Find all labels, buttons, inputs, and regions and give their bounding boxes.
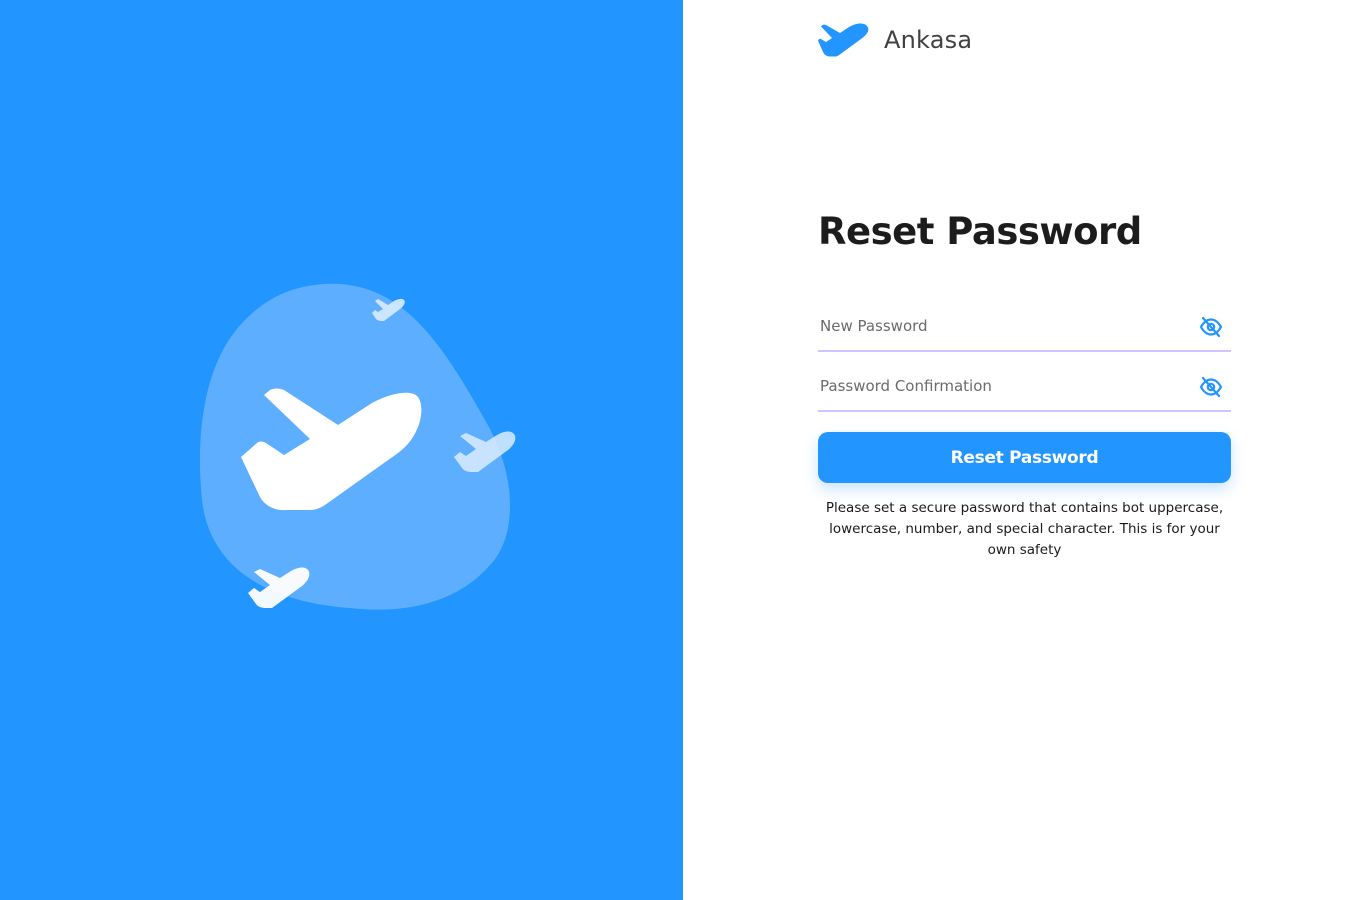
- plane-takeoff-illustration: [199, 283, 516, 610]
- eye-off-icon[interactable]: [1199, 316, 1223, 338]
- illustration-panel: [0, 0, 683, 900]
- plane-logo-icon: [818, 23, 869, 57]
- new-password-input[interactable]: [820, 314, 1180, 338]
- reset-password-button[interactable]: Reset Password: [818, 432, 1231, 483]
- form-panel: Ankasa Reset Password Reset Password Ple…: [683, 0, 1366, 900]
- brand[interactable]: Ankasa: [818, 20, 972, 60]
- password-confirmation-field: [818, 360, 1231, 412]
- new-password-field: [818, 300, 1231, 352]
- password-confirmation-input[interactable]: [820, 374, 1180, 398]
- page-title: Reset Password: [818, 210, 1142, 253]
- brand-name: Ankasa: [884, 26, 973, 54]
- eye-off-icon[interactable]: [1199, 376, 1223, 398]
- password-hint: Please set a secure password that contai…: [825, 500, 1224, 558]
